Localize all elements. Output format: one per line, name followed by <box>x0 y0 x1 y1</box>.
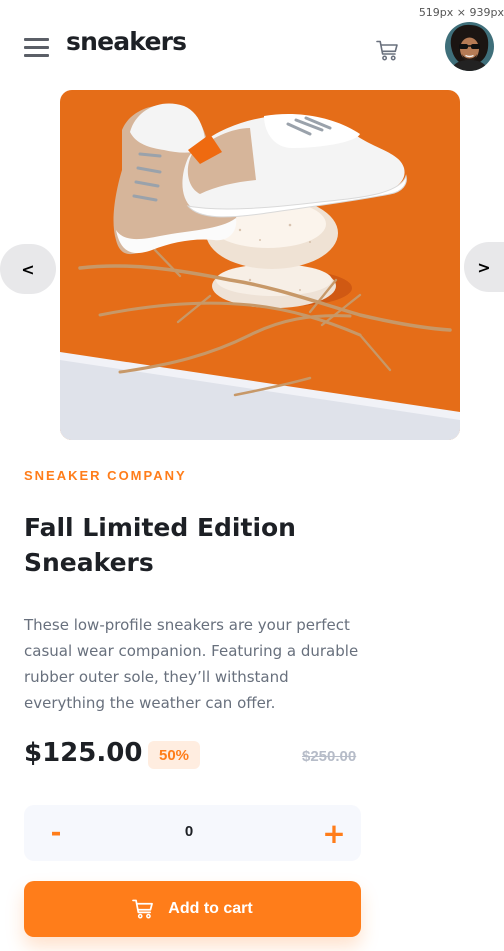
add-to-cart-button[interactable]: Add to cart <box>24 881 361 937</box>
decrease-quantity-button[interactable]: - <box>36 815 76 851</box>
product-title: Fall Limited Edition Sneakers <box>24 513 296 577</box>
company-name: SNEAKER COMPANY <box>24 468 187 483</box>
user-avatar[interactable] <box>445 22 494 71</box>
brand-logo[interactable]: sneakers <box>66 27 187 56</box>
discount-badge: 50% <box>148 741 200 769</box>
previous-image-button[interactable]: < <box>0 244 56 294</box>
product-description: These low-profile sneakers are your perf… <box>24 616 359 712</box>
quantity-value: 0 <box>184 823 194 840</box>
cart-icon[interactable] <box>376 40 399 61</box>
site-header: sneakers <box>0 0 504 90</box>
next-image-button[interactable]: > <box>464 242 504 292</box>
cart-icon <box>132 899 154 919</box>
menu-icon[interactable] <box>24 38 49 58</box>
increase-quantity-button[interactable]: + <box>314 815 354 851</box>
original-price: $250.00 <box>302 748 357 765</box>
add-to-cart-label: Add to cart <box>168 900 253 917</box>
quantity-stepper: - 0 + <box>24 805 361 861</box>
current-price: $125.00 <box>24 738 143 768</box>
product-image <box>60 90 460 440</box>
